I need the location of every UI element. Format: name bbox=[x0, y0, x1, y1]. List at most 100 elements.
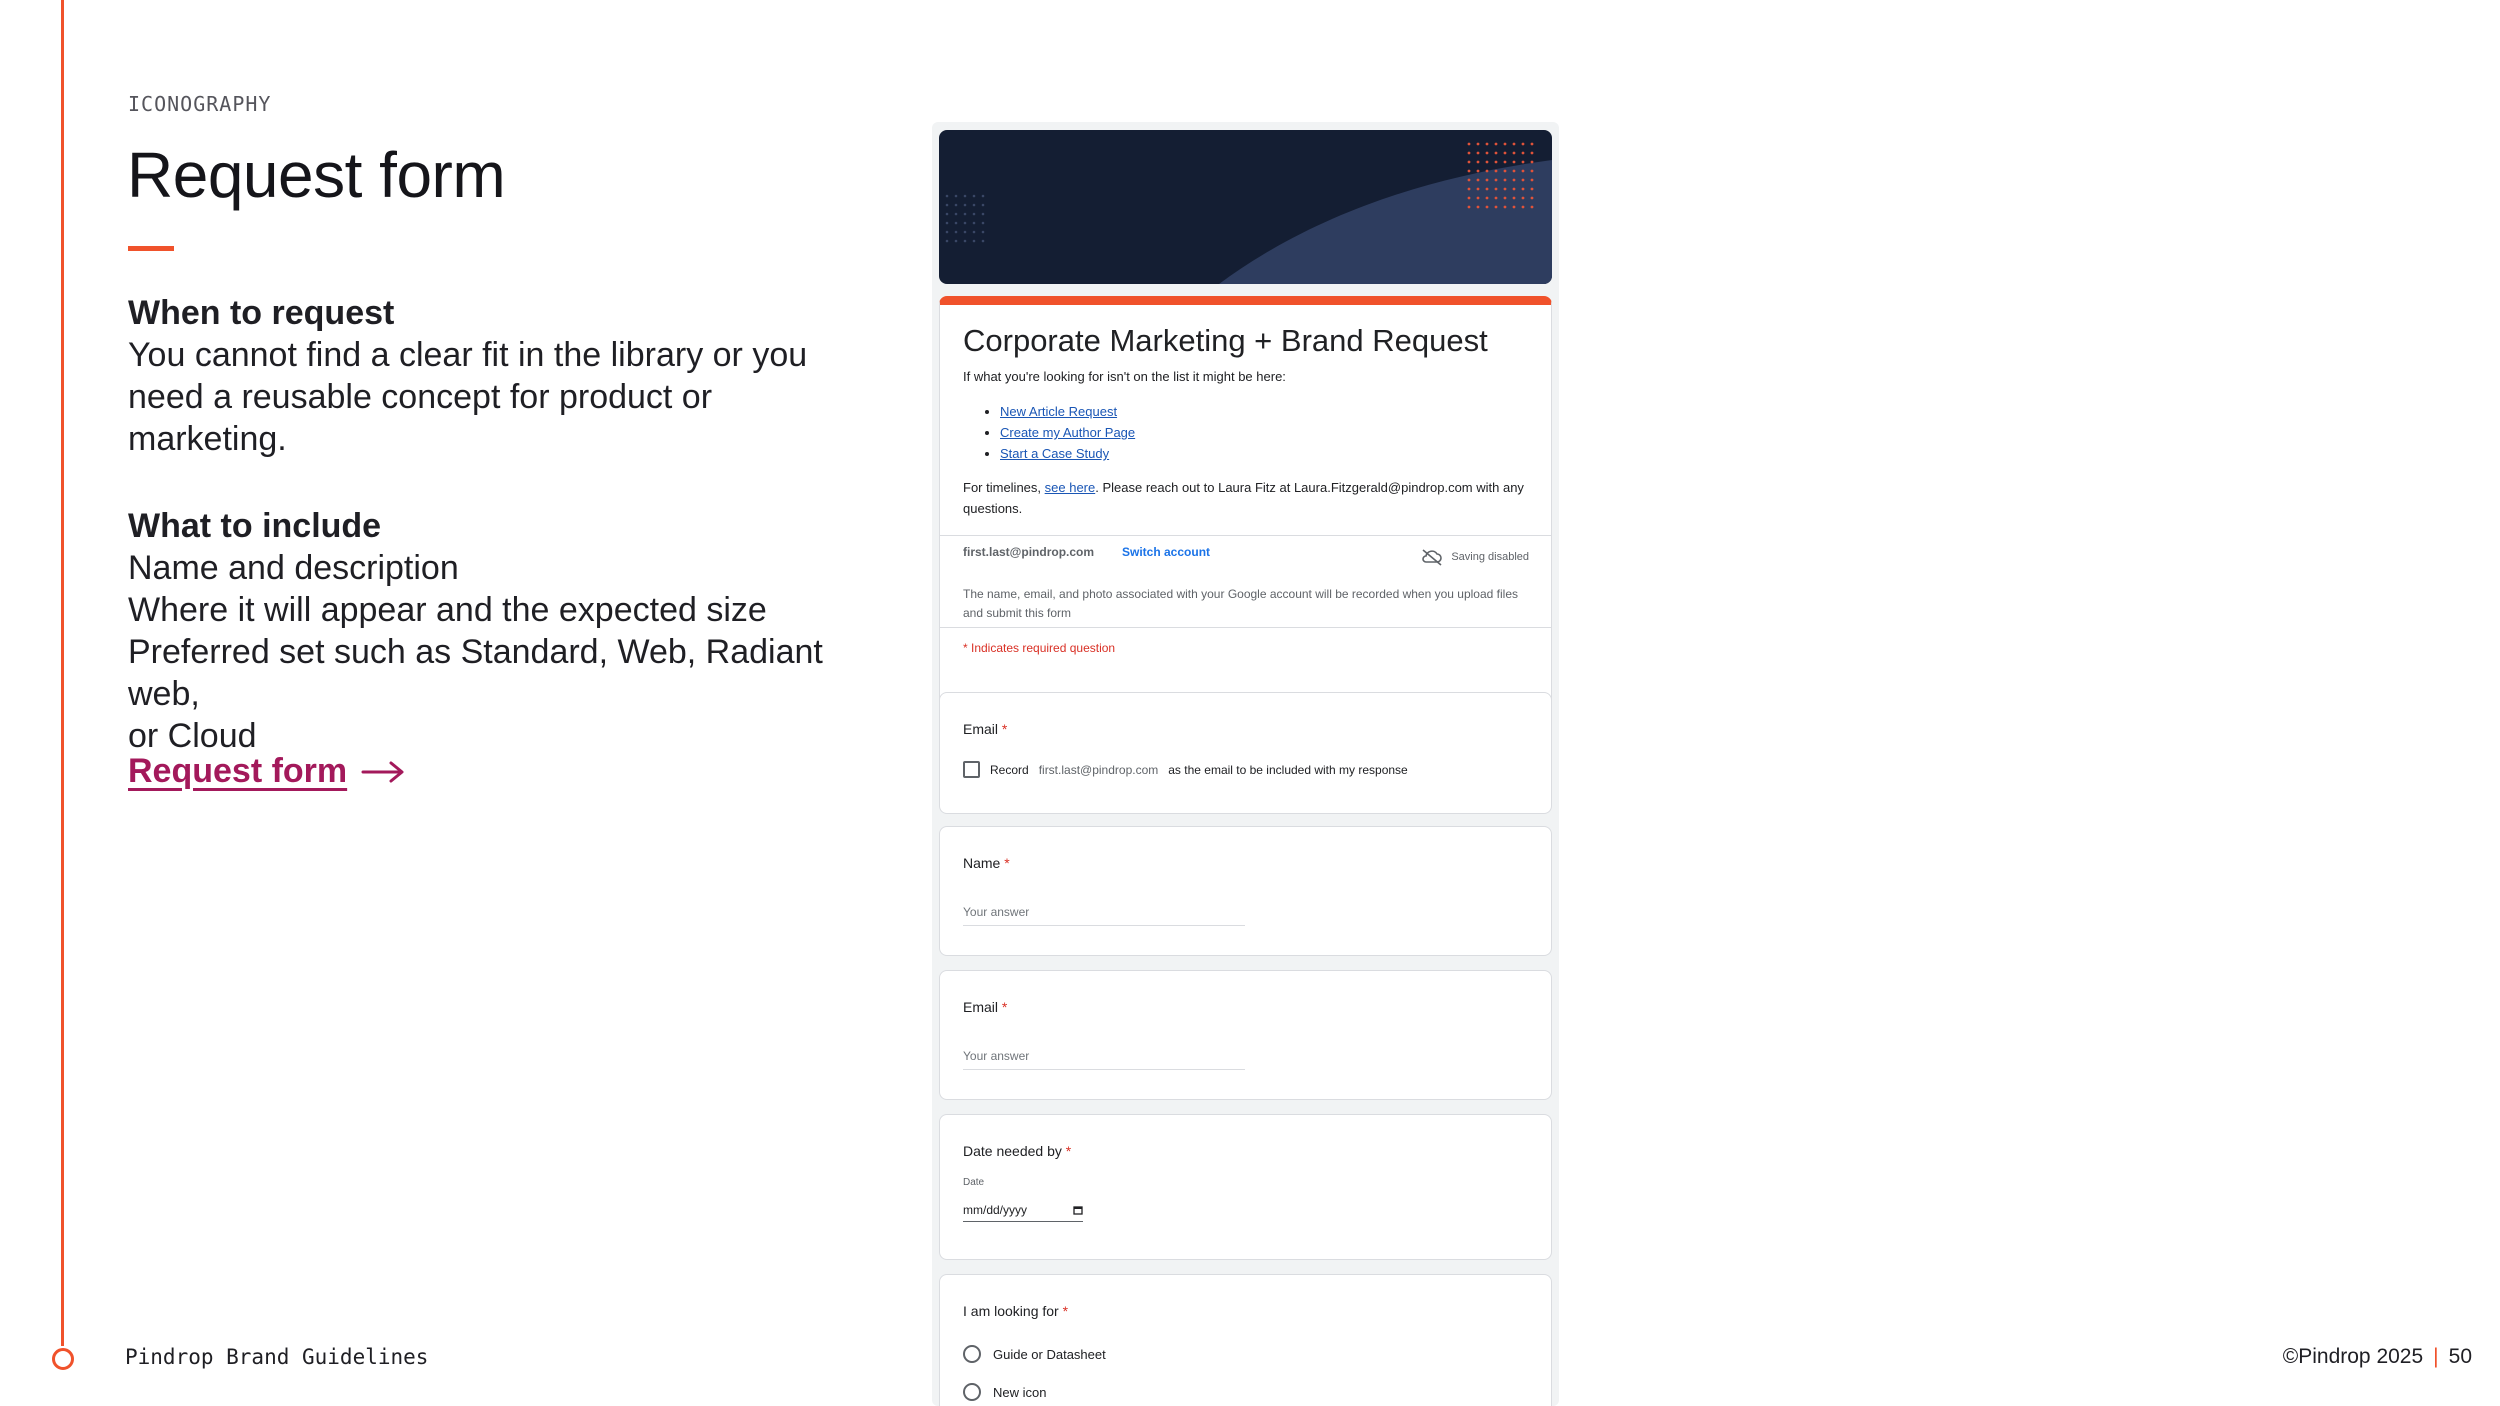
banner-dot bbox=[1485, 187, 1489, 191]
banner-dot bbox=[1530, 187, 1534, 191]
banner-dot bbox=[1503, 160, 1507, 164]
banner-dot bbox=[1512, 160, 1516, 164]
banner-dot bbox=[1503, 205, 1507, 209]
record-label: Record bbox=[990, 762, 1029, 777]
date-sublabel: Date bbox=[963, 1177, 985, 1188]
request-form-link-label: Request form bbox=[128, 752, 348, 790]
banner-dot bbox=[1521, 178, 1525, 182]
banner-dot bbox=[1503, 169, 1507, 173]
record-email-row[interactable]: Record first.last@pindrop.com as the ema… bbox=[963, 761, 1408, 778]
question-card-looking-for: I am looking for * Guide or Datasheet Ne… bbox=[939, 1274, 1552, 1406]
switch-account-link[interactable]: Switch account bbox=[1122, 545, 1210, 559]
banner-dot bbox=[945, 221, 949, 225]
banner-dot bbox=[1476, 169, 1480, 173]
banner-dot bbox=[972, 239, 976, 243]
banner-dot bbox=[963, 239, 967, 243]
what-line: or Cloud bbox=[128, 717, 257, 755]
banner-dot bbox=[1485, 160, 1489, 164]
banner-dot bbox=[1485, 178, 1489, 182]
what-heading: What to include bbox=[128, 507, 382, 545]
question-text: I am looking for bbox=[963, 1303, 1059, 1319]
banner-dot bbox=[1530, 205, 1534, 209]
banner-dot bbox=[972, 212, 976, 216]
banner-dot bbox=[972, 203, 976, 207]
question-label: Email * bbox=[963, 999, 1007, 1015]
date-input[interactable]: mm/dd/yyyy bbox=[963, 1203, 1083, 1222]
banner-dot bbox=[1467, 151, 1471, 155]
when-to-request-section: When to request You cannot find a clear … bbox=[128, 292, 888, 460]
banner-dot bbox=[1521, 187, 1525, 191]
required-star: * bbox=[1004, 855, 1010, 871]
name-answer-input[interactable]: Your answer bbox=[963, 905, 1245, 926]
banner-dot bbox=[1467, 205, 1471, 209]
banner-dot bbox=[954, 194, 958, 198]
banner-dot bbox=[1494, 160, 1498, 164]
banner-dot bbox=[1503, 151, 1507, 155]
form-banner bbox=[939, 130, 1552, 284]
title-accent-bar bbox=[128, 246, 174, 251]
banner-dot bbox=[1521, 151, 1525, 155]
question-card-name: Name * Your answer bbox=[939, 826, 1552, 956]
banner-dot bbox=[1467, 142, 1471, 146]
left-rail-line bbox=[61, 0, 64, 1346]
banner-dot bbox=[1476, 142, 1480, 146]
banner-dot bbox=[1494, 187, 1498, 191]
banner-dot bbox=[963, 230, 967, 234]
related-links-list: New Article Request Create my Author Pag… bbox=[1000, 401, 1135, 464]
banner-dot bbox=[1494, 205, 1498, 209]
banner-dot bbox=[1467, 178, 1471, 182]
banner-dot bbox=[1512, 169, 1516, 173]
question-label: Name * bbox=[963, 855, 1010, 871]
banner-dot bbox=[1512, 142, 1516, 146]
banner-dot bbox=[1530, 178, 1534, 182]
notice-divider bbox=[940, 627, 1551, 628]
option-row[interactable]: Guide or Datasheet bbox=[963, 1345, 1106, 1363]
banner-dot bbox=[963, 194, 967, 198]
banner-graphic bbox=[945, 142, 1552, 284]
banner-dot bbox=[1521, 169, 1525, 173]
request-form-link[interactable]: Request form bbox=[128, 752, 405, 791]
banner-dot bbox=[972, 194, 976, 198]
calendar-icon[interactable] bbox=[1073, 1205, 1083, 1215]
link-author-page[interactable]: Create my Author Page bbox=[1000, 422, 1135, 443]
required-star: * bbox=[1001, 721, 1008, 737]
banner-dot bbox=[1521, 142, 1525, 146]
banner-dot bbox=[1476, 196, 1480, 200]
banner-dot bbox=[972, 230, 976, 234]
banner-dot bbox=[1485, 151, 1489, 155]
see-here-link[interactable]: see here bbox=[1045, 480, 1096, 495]
banner-dot bbox=[1467, 169, 1471, 173]
timeline-pre: For timelines, bbox=[963, 480, 1045, 495]
banner-dot bbox=[1512, 196, 1516, 200]
banner-dot bbox=[1494, 151, 1498, 155]
record-tail: as the email to be included with my resp… bbox=[1168, 762, 1408, 777]
banner-dot bbox=[1467, 160, 1471, 164]
option-row[interactable]: New icon bbox=[963, 1383, 1046, 1401]
banner-dot bbox=[1530, 169, 1534, 173]
what-to-include-section: What to include Name and description Whe… bbox=[128, 505, 888, 757]
banner-dot bbox=[963, 212, 967, 216]
record-email-checkbox[interactable] bbox=[963, 761, 980, 778]
saving-label: Saving disabled bbox=[1451, 551, 1529, 563]
banner-dot bbox=[1467, 187, 1471, 191]
option-radio[interactable] bbox=[963, 1345, 981, 1363]
banner-dot bbox=[1512, 187, 1516, 191]
required-star: * bbox=[1062, 1303, 1069, 1319]
banner-dot bbox=[1494, 142, 1498, 146]
banner-dot bbox=[1476, 160, 1480, 164]
record-email-value: first.last@pindrop.com bbox=[1038, 762, 1159, 777]
question-card-email-2: Email * Your answer bbox=[939, 970, 1552, 1100]
page-number: 50 bbox=[2448, 1345, 2472, 1368]
link-new-article[interactable]: New Article Request bbox=[1000, 401, 1135, 422]
banner-dot bbox=[954, 230, 958, 234]
banner-dot bbox=[945, 212, 949, 216]
date-placeholder: mm/dd/yyyy bbox=[963, 1203, 1028, 1217]
option-radio[interactable] bbox=[963, 1383, 981, 1401]
email-answer-input[interactable]: Your answer bbox=[963, 1049, 1245, 1070]
banner-dot bbox=[981, 239, 985, 243]
banner-dot bbox=[1521, 205, 1525, 209]
banner-dot bbox=[1530, 196, 1534, 200]
banner-dot bbox=[963, 203, 967, 207]
banner-dot bbox=[981, 230, 985, 234]
link-case-study[interactable]: Start a Case Study bbox=[1000, 443, 1135, 464]
